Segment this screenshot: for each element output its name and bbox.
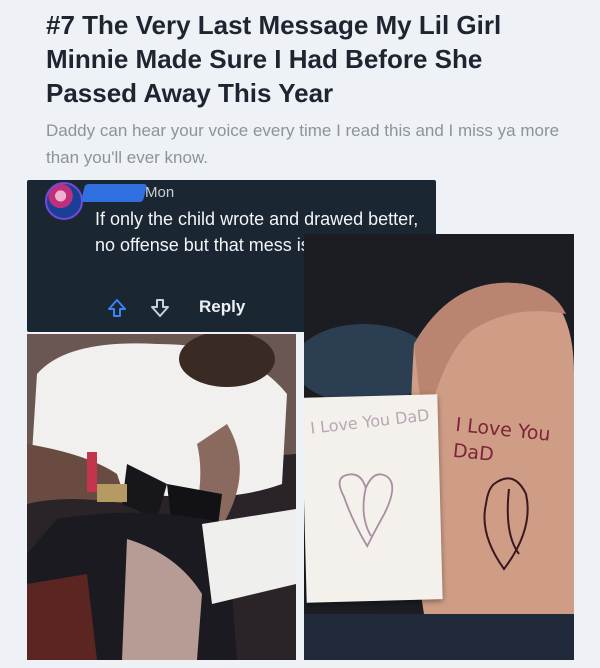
tattoo-artist-photo (27, 334, 296, 660)
post-subtitle: Daddy can hear your voice every time I r… (46, 121, 560, 167)
card-heart-drawing (338, 473, 394, 549)
upvote-icon[interactable] (107, 298, 127, 318)
reply-button[interactable]: Reply (199, 297, 245, 317)
redacted-username (80, 184, 148, 202)
page-bottom-strip (0, 660, 600, 668)
post-title: #7 The Very Last Message My Lil Girl Min… (46, 10, 502, 108)
comment-timestamp: Mon (145, 184, 175, 201)
avatar[interactable] (45, 182, 83, 220)
downvote-icon[interactable] (150, 298, 170, 318)
handwritten-note-card: I Love You DaD (304, 394, 443, 603)
tattoo-comparison-photo: I Love You DaD I Love You DaD (304, 234, 574, 660)
tattoo-artist-illustration (27, 334, 296, 660)
